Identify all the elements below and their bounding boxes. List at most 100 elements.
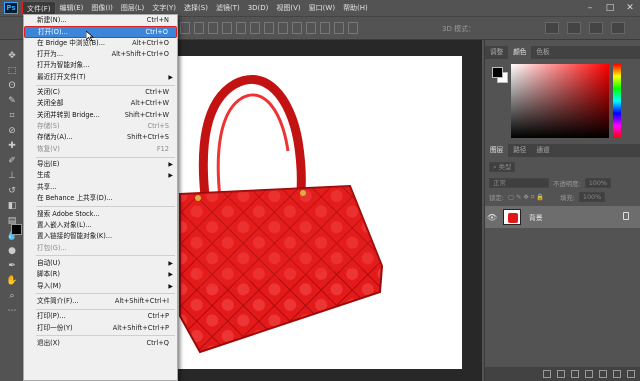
adjustment-layer-icon[interactable] [585,370,593,378]
align-middle-icon[interactable] [194,22,204,34]
distribute-left-icon[interactable] [306,22,316,34]
workspace-icon[interactable] [611,22,625,34]
crop-tool-icon[interactable]: ⌗ [3,108,21,123]
file-menu-item[interactable]: 在 Behance 上共享(D)... [24,193,177,204]
menu-2[interactable]: 图像(I) [87,1,117,15]
marquee-tool-icon[interactable]: ⬚ [3,63,21,78]
close-icon[interactable]: ✕ [620,0,640,16]
distribute-top-icon[interactable] [264,22,274,34]
menu-5[interactable]: 选择(S) [180,1,212,15]
menu-4[interactable]: 文字(Y) [148,1,180,15]
pan-3d-icon[interactable] [589,22,603,34]
delete-layer-icon[interactable] [627,370,635,378]
orbit-3d-icon[interactable] [545,22,559,34]
color-panel-tab-0[interactable]: 调整 [485,46,508,59]
menu-1[interactable]: 编辑(E) [56,1,88,15]
document-canvas[interactable] [150,56,462,369]
file-menu-item[interactable]: 打开(O)... Ctrl+O [24,26,177,38]
file-menu-item[interactable]: 生成 ▶ [24,170,177,181]
layer-kind-filter[interactable]: ⌕ 类型 [489,162,516,172]
file-menu-item[interactable]: 在 Bridge 中浏览(B)... Alt+Ctrl+O [24,38,177,49]
file-menu-item[interactable]: 脚本(R) ▶ [24,269,177,280]
color-panel-tab-1[interactable]: 颜色 [508,46,532,59]
align-center-icon[interactable] [236,22,246,34]
add-mask-icon[interactable] [571,370,579,378]
align-right-icon[interactable] [250,22,260,34]
file-menu-item[interactable]: 导入(M) ▶ [24,281,177,292]
lasso-tool-icon[interactable]: ʘ [3,78,21,93]
file-menu-item[interactable]: 打开为智能对象... [24,60,177,71]
photoshop-logo-icon[interactable]: Ps [4,2,18,14]
file-menu-item[interactable]: 文件简介(F)... Alt+Shift+Ctrl+I [24,296,177,307]
lock-icons[interactable]: ▢ ✎ ✥ ⌗ 🔒 [508,193,556,202]
file-menu-item[interactable]: 打印一份(Y) Alt+Shift+Ctrl+P [24,323,177,334]
link-layers-icon[interactable] [543,370,551,378]
file-menu-item[interactable]: 打开为... Alt+Shift+Ctrl+O [24,49,177,60]
hand-tool-icon[interactable]: ✋ [3,273,21,288]
menu-10[interactable]: 帮助(H) [339,1,372,15]
menu-item-shortcut: Shift+Ctrl+S [127,133,169,142]
align-left-icon[interactable] [222,22,232,34]
color-panel-tab-2[interactable]: 色板 [531,46,554,59]
3d-mode-icons [545,22,625,34]
layers-panel-tab-1[interactable]: 路径 [508,144,531,157]
foreground-color-swatch[interactable] [11,224,22,235]
opacity-input[interactable]: 100% [584,178,611,188]
fill-input[interactable]: 100% [578,192,606,202]
more-tools-icon[interactable]: ⋯ [3,303,21,318]
layers-panel-tab-2[interactable]: 通道 [531,144,554,157]
roll-3d-icon[interactable] [567,22,581,34]
distribute-right-icon[interactable] [334,22,344,34]
menu-0[interactable]: 文件(F) [22,1,56,15]
layers-panel-tab-0[interactable]: 图层 [485,144,509,157]
distribute-bottom-icon[interactable] [292,22,302,34]
layer-row-background[interactable]: 👁 背景 [485,206,640,228]
eraser-tool-icon[interactable]: ◧ [3,198,21,213]
file-menu-item[interactable]: 关闭(C) Ctrl+W [24,87,177,98]
file-menu-item[interactable]: 最近打开文件(T) ▶ [24,72,177,83]
menu-8[interactable]: 视图(V) [272,1,304,15]
file-menu-item[interactable]: 退出(X) Ctrl+Q [24,338,177,349]
file-menu-item[interactable]: 置入链接的智能对象(K)... [24,231,177,242]
file-menu-item[interactable]: 自动(U) ▶ [24,258,177,269]
zoom-tool-icon[interactable]: ⌕ [3,288,21,303]
color-spectrum[interactable] [511,64,609,138]
stamp-tool-icon[interactable]: ⊥ [3,168,21,183]
file-menu-item[interactable]: 共享... [24,182,177,193]
fx-icon[interactable] [557,370,565,378]
blend-mode-select[interactable]: 正常 [489,178,549,188]
align-top-icon[interactable] [180,22,190,34]
maximize-icon[interactable]: □ [600,0,620,16]
menu-3[interactable]: 图层(L) [117,1,148,15]
new-layer-icon[interactable] [613,370,621,378]
new-group-icon[interactable] [599,370,607,378]
color-panel-foreground-swatch[interactable] [492,67,503,78]
menu-7[interactable]: 3D(D) [244,1,273,15]
align-bottom-icon[interactable] [208,22,218,34]
dodge-tool-icon[interactable]: ● [3,243,21,258]
file-menu-item[interactable]: 置入嵌入对象(L)... [24,220,177,231]
file-menu-item[interactable]: 搜索 Adobe Stock... [24,209,177,220]
brush-tool-icon[interactable]: ✐ [3,153,21,168]
auto-align-icon[interactable] [348,22,358,34]
pen-tool-icon[interactable]: ✒ [3,258,21,273]
file-menu-item[interactable]: 存储为(A)... Shift+Ctrl+S [24,132,177,143]
menu-9[interactable]: 窗口(W) [305,1,339,15]
file-menu-item[interactable]: 导出(E) ▶ [24,159,177,170]
visibility-eye-icon[interactable]: 👁 [485,213,499,222]
minimize-icon[interactable]: – [580,0,600,16]
file-menu-item[interactable]: 关闭全部 Alt+Ctrl+W [24,98,177,109]
distribute-center-icon[interactable] [320,22,330,34]
move-tool-icon[interactable]: ✥ [3,48,21,63]
file-menu-item[interactable]: 打印(P)... Ctrl+P [24,311,177,322]
history-brush-tool-icon[interactable]: ↺ [3,183,21,198]
distribute-middle-icon[interactable] [278,22,288,34]
healing-tool-icon[interactable]: ✚ [3,138,21,153]
menu-6[interactable]: 滤镜(T) [212,1,244,15]
eyedropper-tool-icon[interactable]: ⊘ [3,123,21,138]
hue-slider[interactable] [613,64,621,138]
quick-select-tool-icon[interactable]: ✎ [3,93,21,108]
file-menu-item[interactable]: 新建(N)... Ctrl+N [24,15,177,26]
menu-item-label: 脚本(R) [37,270,60,279]
file-menu-item[interactable]: 关闭并转到 Bridge... Shift+Ctrl+W [24,110,177,121]
